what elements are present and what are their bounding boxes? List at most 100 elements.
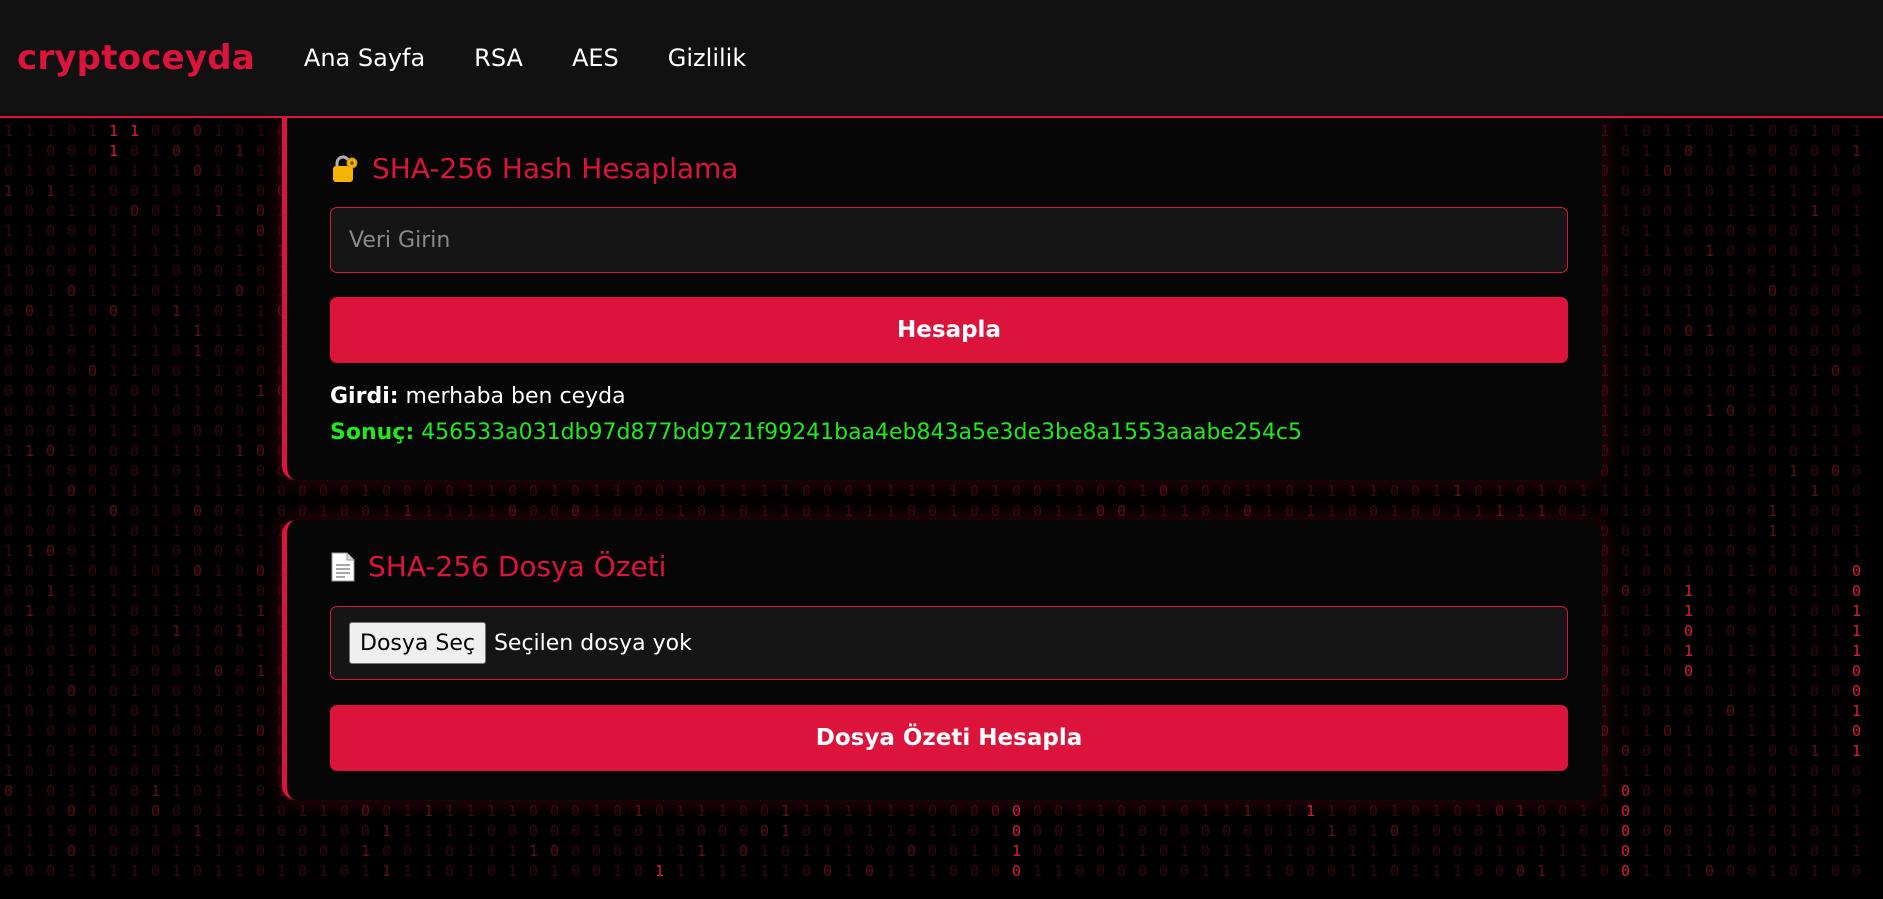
nav-link-gizlilik[interactable]: Gizlilik [668, 44, 746, 72]
svg-text:0: 0 [1810, 502, 1819, 520]
svg-text:0: 0 [403, 842, 412, 860]
svg-text:1: 1 [1747, 702, 1756, 720]
svg-text:1: 1 [1726, 782, 1735, 800]
svg-text:0: 0 [4, 162, 13, 180]
svg-text:1: 1 [1012, 842, 1021, 860]
svg-text:1: 1 [466, 862, 475, 880]
svg-text:0: 0 [1642, 502, 1651, 520]
svg-text:0: 0 [256, 842, 265, 860]
svg-text:0: 0 [1768, 322, 1777, 340]
svg-text:0: 0 [46, 802, 55, 820]
svg-text:1: 1 [718, 482, 727, 500]
svg-text:1: 1 [88, 582, 97, 600]
svg-text:0: 0 [130, 142, 139, 160]
svg-text:0: 0 [697, 822, 706, 840]
svg-text:0: 0 [1726, 762, 1735, 780]
svg-text:0: 0 [1474, 822, 1483, 840]
svg-text:1: 1 [25, 642, 34, 660]
svg-text:0: 0 [529, 502, 538, 520]
svg-text:0: 0 [277, 482, 286, 500]
svg-text:1: 1 [25, 162, 34, 180]
svg-text:1: 1 [172, 782, 181, 800]
svg-text:1: 1 [277, 842, 286, 860]
svg-text:1: 1 [256, 162, 265, 180]
svg-text:1: 1 [655, 842, 664, 860]
brand-logo[interactable]: cryptoceyda [17, 38, 255, 78]
svg-text:0: 0 [46, 142, 55, 160]
svg-text:0: 0 [1831, 482, 1840, 500]
svg-text:1: 1 [1726, 582, 1735, 600]
svg-text:1: 1 [1705, 382, 1714, 400]
svg-text:1: 1 [781, 822, 790, 840]
svg-text:1: 1 [361, 842, 370, 860]
svg-text:0: 0 [529, 822, 538, 840]
svg-text:0: 0 [1831, 222, 1840, 240]
svg-text:1: 1 [1831, 822, 1840, 840]
svg-text:0: 0 [46, 742, 55, 760]
svg-text:1: 1 [151, 402, 160, 420]
svg-text:0: 0 [550, 822, 559, 840]
svg-text:1: 1 [1852, 622, 1861, 640]
choose-file-button[interactable]: Dosya Seç [349, 622, 486, 664]
svg-text:0: 0 [613, 502, 622, 520]
svg-text:0: 0 [67, 242, 76, 260]
svg-text:0: 0 [907, 842, 916, 860]
svg-text:0: 0 [970, 502, 979, 520]
svg-text:1: 1 [655, 822, 664, 840]
svg-text:1: 1 [1621, 482, 1630, 500]
svg-text:0: 0 [1264, 842, 1273, 860]
svg-text:0: 0 [1285, 482, 1294, 500]
svg-text:0: 0 [25, 242, 34, 260]
svg-text:1: 1 [214, 482, 223, 500]
svg-text:0: 0 [1726, 462, 1735, 480]
svg-text:0: 0 [1705, 122, 1714, 140]
nav-link-rsa[interactable]: RSA [474, 44, 523, 72]
svg-text:0: 0 [109, 762, 118, 780]
svg-text:1: 1 [1747, 182, 1756, 200]
svg-text:1: 1 [844, 862, 853, 880]
input-value: merhaba ben ceyda [405, 384, 626, 409]
svg-text:0: 0 [256, 182, 265, 200]
svg-text:0: 0 [193, 782, 202, 800]
file-hash-button[interactable]: Dosya Özeti Hesapla [330, 705, 1568, 771]
svg-text:1: 1 [214, 462, 223, 480]
svg-text:1: 1 [1810, 862, 1819, 880]
svg-text:1: 1 [949, 822, 958, 840]
data-input[interactable] [330, 207, 1568, 273]
svg-text:0: 0 [1663, 382, 1672, 400]
svg-text:1: 1 [214, 822, 223, 840]
svg-text:0: 0 [1789, 442, 1798, 460]
svg-text:1: 1 [193, 342, 202, 360]
file-input[interactable]: Dosya Seç Seçilen dosya yok [330, 606, 1568, 680]
file-status-text: Seçilen dosya yok [493, 630, 692, 656]
hash-button[interactable]: Hesapla [330, 297, 1568, 363]
svg-text:0: 0 [130, 662, 139, 680]
svg-text:1: 1 [1789, 682, 1798, 700]
nav-link-aes[interactable]: AES [572, 44, 619, 72]
svg-text:0: 0 [25, 522, 34, 540]
svg-text:0: 0 [1600, 502, 1609, 520]
svg-text:1: 1 [130, 642, 139, 660]
svg-text:1: 1 [130, 482, 139, 500]
nav-link-ana-sayfa[interactable]: Ana Sayfa [304, 44, 425, 72]
svg-text:0: 0 [1768, 122, 1777, 140]
svg-text:1: 1 [1810, 202, 1819, 220]
svg-text:0: 0 [1516, 822, 1525, 840]
svg-text:1: 1 [193, 582, 202, 600]
svg-text:1: 1 [4, 702, 13, 720]
svg-text:1: 1 [1789, 802, 1798, 820]
svg-text:1: 1 [88, 342, 97, 360]
svg-text:0: 0 [1642, 382, 1651, 400]
svg-text:0: 0 [1621, 182, 1630, 200]
svg-text:0: 0 [193, 222, 202, 240]
svg-text:1: 1 [109, 702, 118, 720]
svg-text:0: 0 [172, 402, 181, 420]
svg-text:0: 0 [613, 822, 622, 840]
svg-text:1: 1 [235, 762, 244, 780]
svg-text:0: 0 [88, 642, 97, 660]
svg-text:1: 1 [1495, 842, 1504, 860]
svg-text:0: 0 [1726, 822, 1735, 840]
svg-text:0: 0 [4, 802, 13, 820]
svg-text:1: 1 [151, 522, 160, 540]
svg-text:1: 1 [130, 682, 139, 700]
